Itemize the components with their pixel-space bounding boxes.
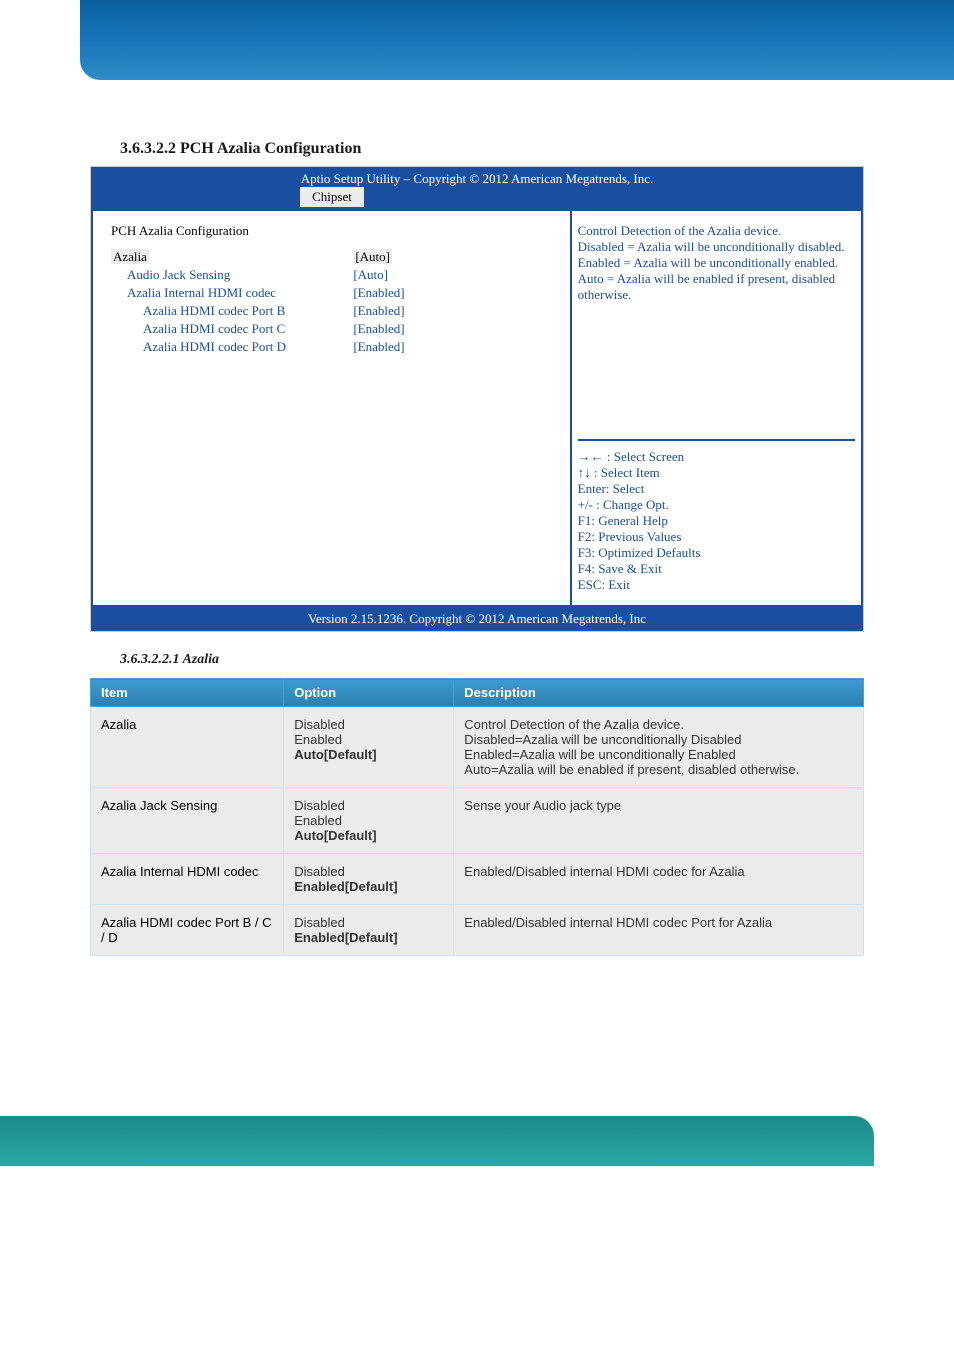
bios-item-label: Azalia Internal HDMI codec bbox=[111, 285, 353, 301]
bios-item-value: [Auto] bbox=[353, 249, 392, 264]
bios-tabs-row: Chipset bbox=[91, 187, 863, 207]
bios-panel-title: PCH Azalia Configuration bbox=[111, 223, 249, 239]
bios-item-value: [Enabled] bbox=[353, 321, 551, 337]
bios-item-label: Audio Jack Sensing bbox=[111, 267, 353, 283]
cell-description: Sense your Audio jack type bbox=[454, 788, 864, 854]
top-banner bbox=[80, 0, 954, 80]
table-row: Azalia Jack SensingDisabledEnabledAuto[D… bbox=[91, 788, 864, 854]
help-line: Enabled = Azalia will be unconditionally… bbox=[578, 255, 855, 271]
bios-item-row[interactable]: Azalia Internal HDMI codec[Enabled] bbox=[111, 285, 552, 301]
bios-footer: Version 2.15.1236. Copyright © 2012 Amer… bbox=[91, 607, 863, 631]
bios-item-label: Azalia HDMI codec Port B bbox=[111, 303, 353, 319]
help-line: Control Detection of the Azalia device. bbox=[578, 223, 855, 239]
bottom-banner bbox=[0, 1116, 874, 1166]
options-table: Item Option Description AzaliaDisabledEn… bbox=[90, 678, 864, 956]
bios-item-row[interactable]: Azalia [Auto] bbox=[111, 249, 552, 265]
table-row: AzaliaDisabledEnabledAuto[Default]Contro… bbox=[91, 707, 864, 788]
cell-item: Azalia Internal HDMI codec bbox=[91, 854, 284, 905]
cell-option: DisabledEnabledAuto[Default] bbox=[284, 788, 454, 854]
th-option: Option bbox=[284, 679, 454, 707]
bios-item-row[interactable]: Azalia HDMI codec Port B[Enabled] bbox=[111, 303, 552, 319]
bios-item-value: [Enabled] bbox=[353, 285, 551, 301]
nav-hint-line: ↑↓ : Select Item bbox=[578, 465, 855, 481]
nav-hint-line: ESC: Exit bbox=[578, 577, 855, 593]
table-row: Azalia HDMI codec Port B / C / DDisabled… bbox=[91, 905, 864, 956]
nav-hint-line: F3: Optimized Defaults bbox=[578, 545, 855, 561]
table-row: Azalia Internal HDMI codecDisabledEnable… bbox=[91, 854, 864, 905]
bios-item-row[interactable]: Audio Jack Sensing[Auto] bbox=[111, 267, 552, 283]
nav-hint-line: Enter: Select bbox=[578, 481, 855, 497]
cell-item: Azalia Jack Sensing bbox=[91, 788, 284, 854]
bios-header-title: Aptio Setup Utility – Copyright © 2012 A… bbox=[91, 167, 863, 187]
bios-screenshot: Aptio Setup Utility – Copyright © 2012 A… bbox=[90, 166, 864, 632]
bios-item-row[interactable]: Azalia HDMI codec Port C[Enabled] bbox=[111, 321, 552, 337]
bios-item-label: Azalia HDMI codec Port C bbox=[111, 321, 353, 337]
nav-hint-line: F1: General Help bbox=[578, 513, 855, 529]
section-heading-2: 3.6.3.2.2.1 Azalia bbox=[0, 632, 954, 678]
cell-item: Azalia bbox=[91, 707, 284, 788]
bios-item-row[interactable]: Azalia HDMI codec Port D[Enabled] bbox=[111, 339, 552, 355]
cell-description: Enabled/Disabled internal HDMI codec Por… bbox=[454, 905, 864, 956]
th-description: Description bbox=[454, 679, 864, 707]
bios-help-text: Control Detection of the Azalia device.D… bbox=[578, 223, 855, 439]
nav-hint-line: F2: Previous Values bbox=[578, 529, 855, 545]
cell-option: DisabledEnabledAuto[Default] bbox=[284, 707, 454, 788]
section-heading-1: 3.6.3.2.2 PCH Azalia Configuration bbox=[0, 140, 954, 166]
bios-item-label: Azalia HDMI codec Port D bbox=[111, 339, 353, 355]
cell-description: Enabled/Disabled internal HDMI codec for… bbox=[454, 854, 864, 905]
nav-hint-line: →← : Select Screen bbox=[578, 449, 855, 465]
bios-item-value: [Auto] bbox=[353, 267, 551, 283]
bios-left-panel: PCH Azalia Configuration Azalia[Auto]Aud… bbox=[91, 209, 570, 607]
bios-item-label: Azalia bbox=[111, 249, 149, 264]
cell-description: Control Detection of the Azalia device.D… bbox=[454, 707, 864, 788]
bios-tab-chipset[interactable]: Chipset bbox=[300, 187, 364, 207]
bios-item-value: [Enabled] bbox=[353, 303, 551, 319]
help-line: Disabled = Azalia will be unconditionall… bbox=[578, 239, 855, 255]
cell-item: Azalia HDMI codec Port B / C / D bbox=[91, 905, 284, 956]
nav-hint-line: F4: Save & Exit bbox=[578, 561, 855, 577]
nav-hint-line: +/- : Change Opt. bbox=[578, 497, 855, 513]
cell-option: DisabledEnabled[Default] bbox=[284, 854, 454, 905]
th-item: Item bbox=[91, 679, 284, 707]
help-line: Auto = Azalia will be enabled if present… bbox=[578, 271, 855, 303]
bios-right-panel: Control Detection of the Azalia device.D… bbox=[570, 209, 863, 607]
cell-option: DisabledEnabled[Default] bbox=[284, 905, 454, 956]
bios-nav-hints: →← : Select Screen↑↓ : Select ItemEnter:… bbox=[578, 439, 855, 593]
bios-item-value: [Enabled] bbox=[353, 339, 551, 355]
